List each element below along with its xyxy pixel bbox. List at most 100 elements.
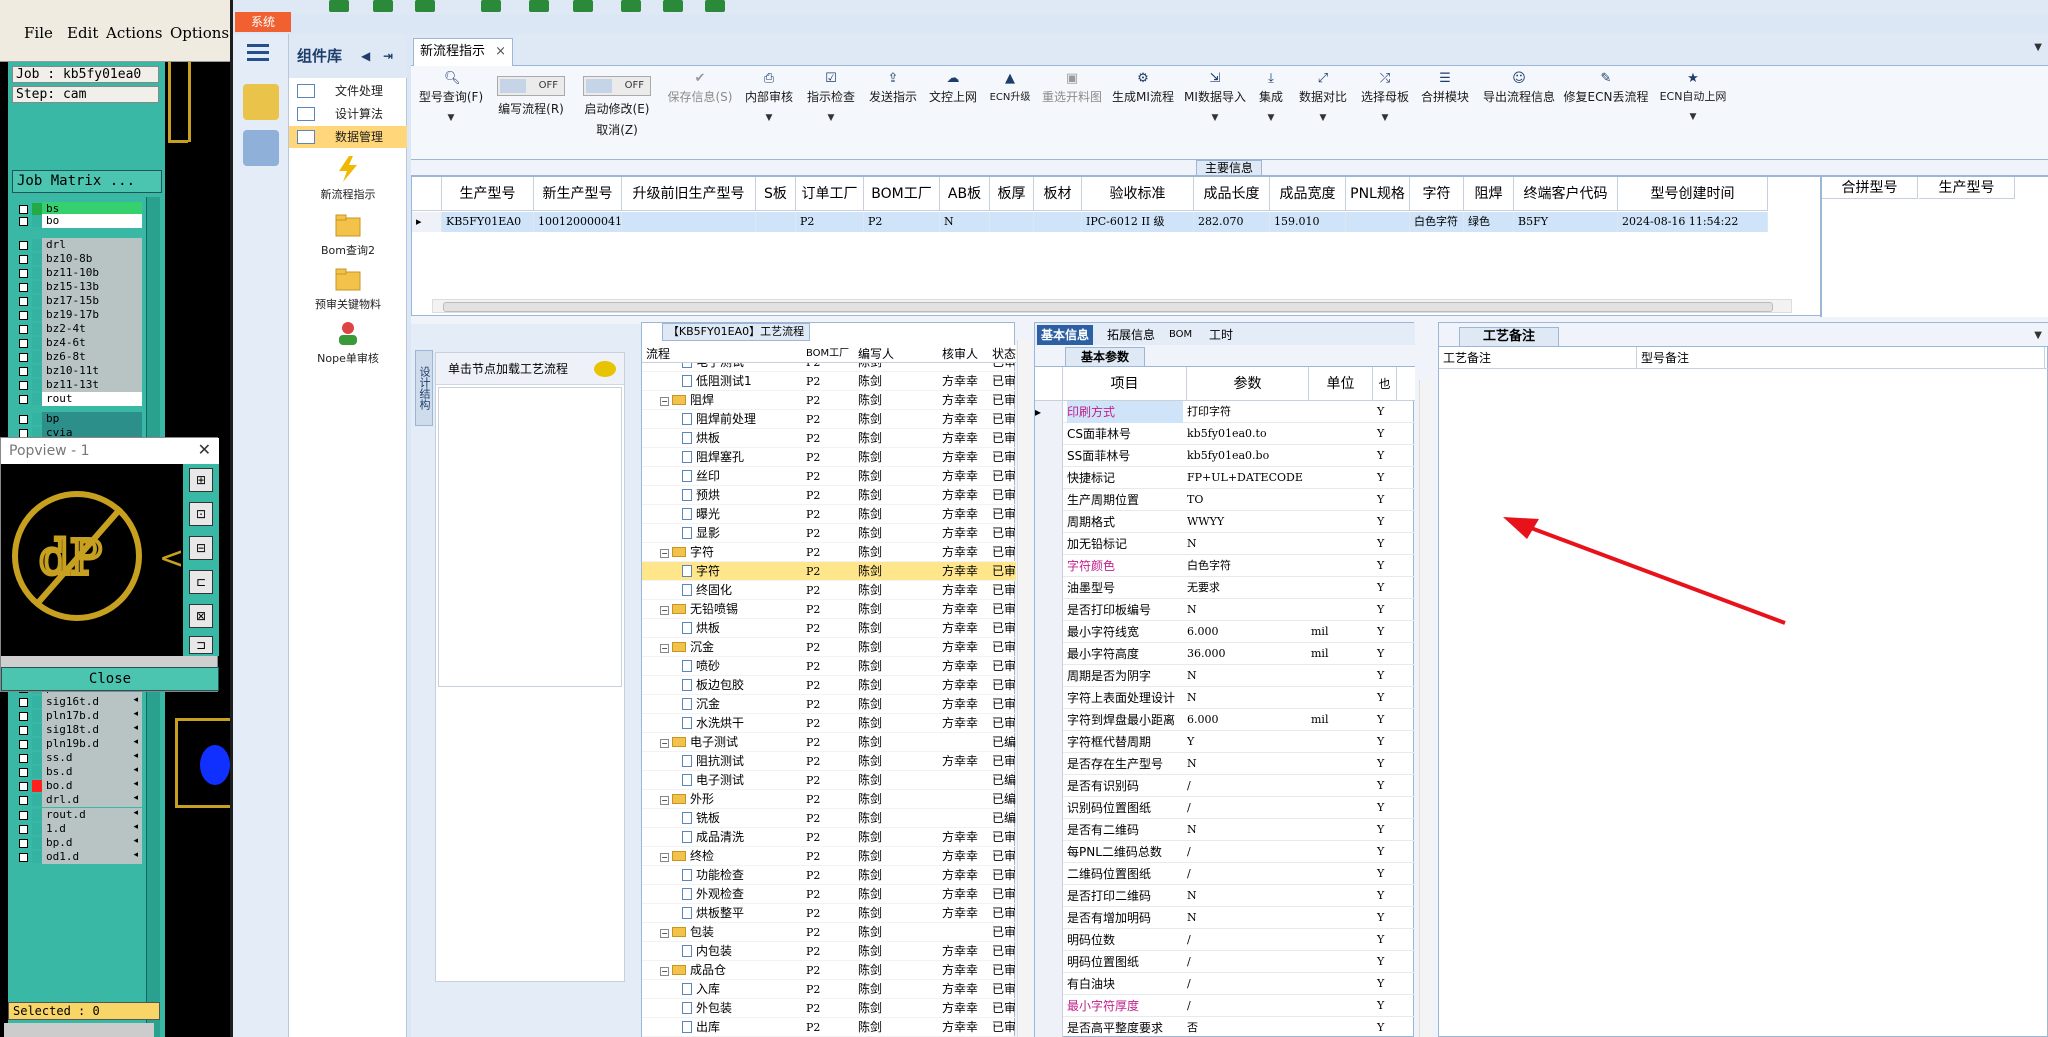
table-row[interactable]: 是否打印板编号 N Y — [1035, 599, 1415, 621]
popview-canvas[interactable]: dP < — [1, 464, 183, 656]
layer-checkbox[interactable] — [19, 255, 28, 264]
select-mother-button[interactable]: ⤮ 选择母板 ▼ — [1357, 66, 1413, 160]
layer-row[interactable]: bz6-8t — [12, 350, 142, 364]
layer-row[interactable]: bz11-10b — [12, 266, 142, 280]
layer-row[interactable]: ss.d ◂ — [12, 751, 142, 766]
param-value[interactable]: N — [1187, 885, 1307, 907]
zoom-icon[interactable]: ⊞ — [189, 468, 213, 492]
column-header[interactable]: BOM工厂 — [864, 177, 940, 211]
list-item[interactable]: 水洗烘干 P2 陈剑 方幸幸已审核 — [642, 714, 1016, 733]
list-item[interactable]: 显影 P2 陈剑 方幸幸已审核 — [642, 524, 1016, 543]
data-compare-button[interactable]: ⤢ 数据对比 ▼ — [1295, 66, 1351, 160]
layer-row[interactable]: bz11-13t — [12, 378, 142, 392]
list-item[interactable]: 入库 P2 陈剑 方幸幸已审核 — [642, 980, 1016, 999]
layer-row[interactable]: sig16t.d ◂ — [12, 694, 142, 709]
layer-checkbox[interactable] — [19, 740, 28, 749]
close-tab-icon[interactable]: × — [495, 39, 506, 65]
tree-node[interactable]: − 字符 — [660, 543, 714, 562]
column-header[interactable]: PNL规格 — [1346, 177, 1410, 211]
layer-row[interactable]: pln17b.d ◂ — [12, 708, 142, 723]
layer-row[interactable]: rout.d ◂ — [12, 807, 142, 822]
table-row[interactable]: 最小字符厚度 / Y — [1035, 995, 1415, 1017]
list-item[interactable]: − 包装 P2 陈剑 已审核 — [642, 923, 1016, 942]
menu-options[interactable]: Options — [170, 24, 229, 42]
table-cell[interactable]: P2 — [796, 212, 864, 232]
quick-icon[interactable] — [373, 0, 393, 12]
column-header[interactable]: 成品宽度 — [1270, 177, 1346, 211]
layer-checkbox[interactable] — [19, 217, 28, 226]
table-cell[interactable] — [990, 212, 1034, 232]
export-flow-button[interactable]: ☺ 导出流程信息 — [1479, 66, 1559, 160]
expand-icon[interactable]: − — [660, 796, 669, 805]
column-header[interactable]: 验收标准 — [1082, 177, 1194, 211]
table-cell[interactable]: KB5FY01EA0 — [442, 212, 534, 232]
mi-import-button[interactable]: ⇲ MI数据导入 ▼ — [1181, 66, 1249, 160]
horizontal-scrollbar[interactable] — [432, 299, 1792, 313]
table-row[interactable]: 是否有增加明码 N Y — [1035, 907, 1415, 929]
tab-work-hours[interactable]: 工时 — [1205, 325, 1237, 345]
tree-node[interactable]: 曝光 — [682, 505, 720, 524]
table-cell[interactable]: B5FY — [1514, 212, 1618, 232]
indicate-check-button[interactable]: ☑ 指示检查 ▼ — [803, 66, 859, 160]
table-cell[interactable] — [1346, 212, 1410, 232]
design-structure-tab[interactable]: 设计结构 — [415, 350, 433, 426]
layer-row[interactable]: od1.d ◂ — [12, 849, 142, 864]
measure-icon[interactable]: ⊐ — [189, 636, 213, 654]
table-row[interactable]: 油墨型号 无要求 Y — [1035, 577, 1415, 599]
tree-node[interactable]: 内包装 — [682, 942, 732, 961]
layer-row[interactable]: 1.d ◂ — [12, 821, 142, 836]
param-value[interactable]: / — [1187, 797, 1307, 819]
layer-checkbox[interactable] — [19, 269, 28, 278]
tree-node[interactable]: 外观检查 — [682, 885, 744, 904]
doc-upload-button[interactable]: ☁ 文控上网 — [925, 66, 981, 160]
save-info-button[interactable]: ✔ 保存信息(S) — [663, 66, 737, 160]
layer-row[interactable]: bz10-8b — [12, 252, 142, 266]
table-cell[interactable] — [756, 212, 796, 232]
ecn-auto-button[interactable]: ★ ECN自动上网 ▼ — [1655, 66, 1731, 160]
yx-logo-icon[interactable] — [243, 84, 279, 120]
layer-row[interactable]: bz19-17b — [12, 308, 142, 322]
list-item[interactable]: 内包装 P2 陈剑 方幸幸已审核 — [642, 942, 1016, 961]
column-header[interactable]: 型号创建时间 — [1618, 177, 1768, 211]
system-tab[interactable]: 系统 — [235, 12, 291, 32]
list-item[interactable]: − 外形 P2 陈剑 已编写 — [642, 790, 1016, 809]
column-header[interactable]: 也 — [1373, 367, 1397, 401]
list-item[interactable]: 低阻测试1 P2 陈剑 方幸幸已审核 — [642, 372, 1016, 391]
layer-row[interactable]: drl.d ◂ — [12, 793, 142, 808]
chevron-down-icon[interactable]: ▼ — [2034, 42, 2042, 53]
tree-node[interactable]: 入库 — [682, 980, 720, 999]
table-row[interactable]: 加无铅标记 N Y — [1035, 533, 1415, 555]
param-value[interactable]: Y — [1187, 731, 1307, 753]
write-flow-toggle[interactable]: OFF 编写流程(R) — [491, 66, 571, 160]
list-item[interactable]: − 无铅喷锡 P2 陈剑 方幸幸已审核 — [642, 600, 1016, 619]
tab-process-remarks[interactable]: 工艺备注 — [1459, 327, 1559, 347]
tree-node[interactable]: 外包装 — [682, 999, 732, 1018]
list-item[interactable]: 板边包胶 P2 陈剑 方幸幸已审核 — [642, 676, 1016, 695]
node-tree[interactable] — [438, 387, 622, 687]
param-value[interactable]: N — [1187, 819, 1307, 841]
tree-node[interactable]: 成品清洗 — [682, 828, 744, 847]
lib-item-file[interactable]: 文件处理 — [289, 80, 407, 102]
column-header[interactable]: 板材 — [1034, 177, 1082, 211]
param-value[interactable]: N — [1187, 907, 1307, 929]
table-row[interactable]: 字符上表面处理设计 N Y — [1035, 687, 1415, 709]
tab-basic-info[interactable]: 基本信息 — [1037, 325, 1094, 345]
table-row[interactable]: 是否打印二维码 N Y — [1035, 885, 1415, 907]
list-item[interactable]: − 成品仓 P2 陈剑 方幸幸已审核 — [642, 961, 1016, 980]
table-row[interactable]: 是否存在生产型号 N Y — [1035, 753, 1415, 775]
table-cell[interactable]: 282.070 — [1194, 212, 1270, 232]
param-value[interactable]: / — [1187, 951, 1307, 973]
table-row[interactable]: 生产周期位置 TO Y — [1035, 489, 1415, 511]
tree-node[interactable]: 喷砂 — [682, 657, 720, 676]
expand-icon[interactable]: − — [660, 606, 669, 615]
quick-icon[interactable] — [329, 0, 349, 12]
param-value[interactable]: N — [1187, 533, 1307, 555]
tree-node[interactable]: 板边包胶 — [682, 676, 744, 695]
layer-checkbox[interactable] — [19, 754, 28, 764]
modify-ecn-button[interactable]: ✎ 修复ECN丢流程 — [1563, 66, 1649, 160]
param-value[interactable]: 白色字符 — [1187, 555, 1307, 577]
table-row[interactable]: 字符框代替周期 Y Y — [1035, 731, 1415, 753]
param-value[interactable]: N — [1187, 665, 1307, 687]
merge-module-button[interactable]: ☰ 合拼模块 — [1417, 66, 1473, 160]
tree-node[interactable]: 水洗烘干 — [682, 714, 744, 733]
